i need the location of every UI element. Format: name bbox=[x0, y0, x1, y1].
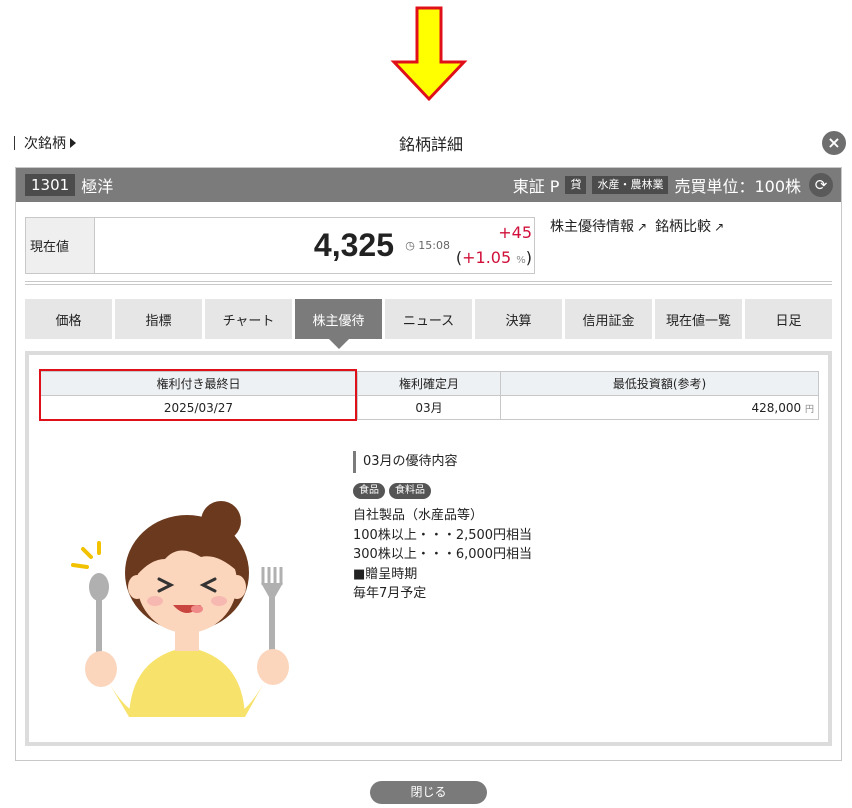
benefit-title: 03月の優待内容 bbox=[353, 451, 532, 473]
refresh-icon[interactable]: ⟳ bbox=[809, 173, 833, 197]
stock-detail-panel: 1301 極洋 東証 P 貸 水産・農林業 売買単位：100株 ⟳ 現在値 4,… bbox=[15, 167, 842, 761]
benefit-info-label: 株主優待情報 bbox=[550, 219, 634, 235]
min-invest-value: 428,000 bbox=[751, 400, 802, 415]
tab-price[interactable]: 価格 bbox=[25, 299, 112, 339]
stock-code: 1301 bbox=[25, 174, 76, 196]
close-icon[interactable]: × bbox=[822, 131, 846, 155]
price-main: 4,325 ◷ 15:08 +45 (+1.05 %) bbox=[95, 218, 534, 273]
yen-unit: 円 bbox=[804, 404, 814, 415]
min-invest-cell: 428,000 円 bbox=[500, 395, 819, 420]
tab-margin[interactable]: 信用証金 bbox=[565, 299, 652, 339]
compare-label: 銘柄比較 bbox=[655, 219, 712, 235]
stock-header: 1301 極洋 東証 P 貸 水産・農林業 売買単位：100株 ⟳ bbox=[16, 168, 841, 202]
price-time: ◷ 15:08 bbox=[405, 239, 450, 252]
price-change-percent: (+1.05 %) bbox=[455, 248, 532, 267]
stock-name: 極洋 bbox=[81, 177, 114, 196]
highlight-box bbox=[39, 369, 357, 421]
table-header-min-invest: 最低投資額(参考) bbox=[500, 371, 819, 396]
benefit-line: 毎年7月予定 bbox=[353, 586, 427, 601]
table-header-month: 権利確定月 bbox=[357, 371, 501, 396]
dialog-topbar: 次銘柄 銘柄詳細 × bbox=[14, 128, 848, 158]
benefit-line: 300株以上・・・6,000円相当 bbox=[353, 547, 533, 562]
market-label: 東証 P bbox=[512, 177, 560, 196]
benefit-tags: 食品 食料品 bbox=[353, 483, 532, 499]
price-change-percent-value: +1.05 bbox=[462, 248, 512, 267]
price-time-value: 15:08 bbox=[418, 239, 450, 252]
tab-earnings[interactable]: 決算 bbox=[475, 299, 562, 339]
benefit-lines: 自社製品（水産品等） 100株以上・・・2,500円相当 300株以上・・・6,… bbox=[353, 506, 532, 604]
benefit-line: 100株以上・・・2,500円相当 bbox=[353, 527, 533, 543]
tab-price-list[interactable]: 現在値一覧 bbox=[655, 299, 742, 339]
benefit-info-link[interactable]: 株主優待情報 ↗ bbox=[550, 216, 647, 236]
dialog-title: 銘柄詳細 bbox=[398, 135, 463, 154]
down-arrow-icon bbox=[390, 6, 468, 102]
current-price-box: 現在値 4,325 ◷ 15:08 +45 (+1.05 %) bbox=[25, 217, 535, 274]
benefit-content: 権利付き最終日 権利確定月 最低投資額(参考) 2025/03/27 03月 4… bbox=[25, 351, 832, 746]
benefit-line: ■贈呈時期 bbox=[353, 566, 418, 582]
divider bbox=[25, 281, 832, 285]
price-value: 4,325 bbox=[313, 227, 394, 263]
tab-indicators[interactable]: 指標 bbox=[115, 299, 202, 339]
trade-unit: 売買単位：100株 bbox=[674, 177, 801, 196]
price-label: 現在値 bbox=[26, 218, 95, 273]
lend-badge: 貸 bbox=[565, 176, 587, 194]
tab-chart[interactable]: チャート bbox=[205, 299, 292, 339]
stock-header-meta: 東証 P 貸 水産・農林業 売買単位：100株 ⟳ bbox=[513, 168, 833, 202]
compare-link[interactable]: 銘柄比較 ↗ bbox=[655, 216, 724, 236]
tab-shareholder-benefits[interactable]: 株主優待 bbox=[295, 299, 382, 349]
woman-eating-illustration bbox=[71, 501, 289, 717]
month-cell: 03月 bbox=[357, 395, 501, 420]
tab-daily[interactable]: 日足 bbox=[745, 299, 832, 339]
sector-badge: 水産・農林業 bbox=[592, 176, 669, 194]
tag-groceries: 食料品 bbox=[389, 483, 431, 499]
tag-food: 食品 bbox=[353, 483, 385, 499]
external-link-icon: ↗ bbox=[637, 220, 648, 234]
benefit-detail: 03月の優待内容 食品 食料品 自社製品（水産品等） 100株以上・・・2,50… bbox=[353, 451, 532, 604]
related-links: 株主優待情報 ↗ 銘柄比較 ↗ bbox=[550, 216, 724, 236]
benefit-line: 自社製品（水産品等） bbox=[353, 508, 484, 523]
percent-unit: % bbox=[516, 255, 526, 266]
close-button[interactable]: 閉じる bbox=[370, 781, 487, 804]
tab-news[interactable]: ニュース bbox=[385, 299, 472, 339]
external-link-icon: ↗ bbox=[714, 220, 725, 234]
detail-tabs: 価格 指標 チャート 株主優待 ニュース 決算 信用証金 現在値一覧 日足 bbox=[25, 299, 832, 349]
price-change: +45 bbox=[498, 223, 532, 242]
clock-icon: ◷ bbox=[405, 239, 415, 252]
